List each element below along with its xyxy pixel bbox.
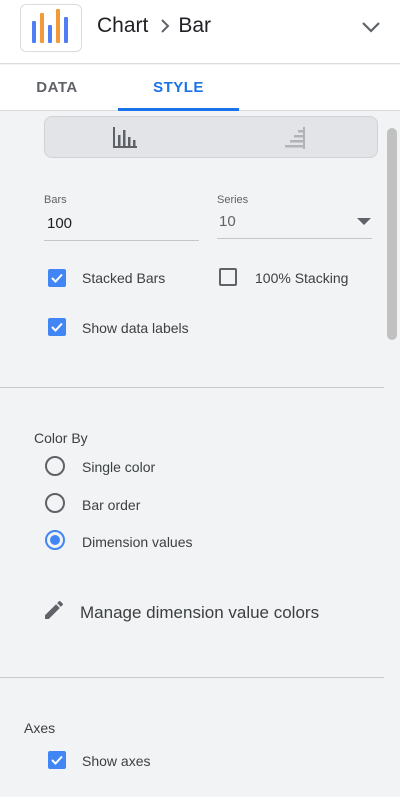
radio-dimension-values[interactable] [45,530,65,550]
logo-bar [32,21,36,43]
show-axes-checkbox[interactable] [48,751,66,769]
stacked-bars-label: Stacked Bars [82,270,166,286]
logo-bar [56,9,60,43]
series-label: Series [217,194,249,206]
section-divider [0,387,384,388]
radio-single-color[interactable] [45,456,65,476]
pencil-icon [42,598,66,627]
bars-underline [44,240,199,241]
color-by-title: Color By [34,430,88,446]
series-underline [217,238,372,239]
vertical-bars-icon[interactable] [111,125,139,156]
checkmark-icon [51,755,63,765]
breadcrumb-parent[interactable]: Chart [97,14,148,38]
logo-bar [64,17,68,43]
checkmark-icon [51,322,63,332]
percent-stacking-label: 100% Stacking [255,270,349,286]
chart-logo-icon [20,4,82,52]
logo-bar [48,25,52,43]
stacked-bars-checkbox[interactable] [48,269,66,287]
chevron-down-icon[interactable] [362,20,380,38]
breadcrumb-current: Bar [178,14,212,37]
axes-title: Axes [24,720,56,736]
show-data-labels-label: Show data labels [82,320,189,336]
checkmark-icon [51,273,63,283]
bars-label: Bars [44,194,67,206]
panel-header: Chart Bar [0,0,400,64]
tab-data[interactable]: DATA [20,65,94,110]
section-divider [0,677,384,678]
orientation-toggle [44,116,378,158]
manage-colors-button[interactable]: Manage dimension value colors [42,598,319,627]
percent-stacking-checkbox[interactable] [219,268,237,286]
dimension-values-label: Dimension values [82,534,193,550]
chevron-right-icon [160,19,170,33]
scrollbar-thumb[interactable] [387,128,397,340]
show-data-labels-checkbox[interactable] [48,318,66,336]
horizontal-bars-icon[interactable] [281,125,307,156]
breadcrumb: Chart Bar [97,14,211,38]
manage-colors-label: Manage dimension value colors [80,602,320,622]
logo-bar [40,13,44,43]
bars-input[interactable]: 100 [47,215,72,232]
radio-bar-order[interactable] [45,493,65,513]
bar-order-label: Bar order [82,497,141,513]
single-color-label: Single color [82,459,156,475]
series-select[interactable]: 10 [219,213,236,230]
dropdown-arrow-icon[interactable] [357,218,371,225]
show-axes-label: Show axes [82,753,151,769]
tab-bar: DATA STYLE [0,65,400,111]
tab-style[interactable]: STYLE [118,65,239,111]
